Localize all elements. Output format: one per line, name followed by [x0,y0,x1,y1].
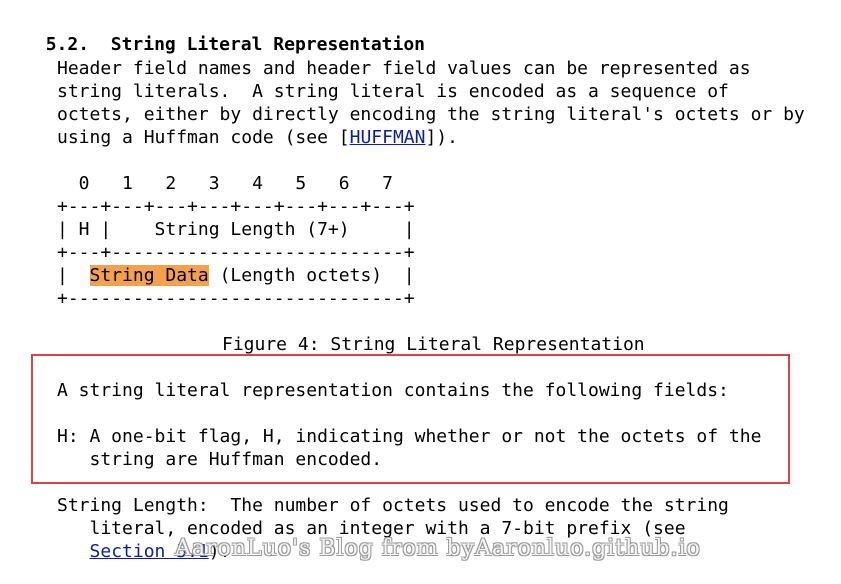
field-h-line-2: string are Huffman encoded. [57,449,383,470]
section-title: String Literal Representation [110,34,426,55]
section-number: 5.2. [45,34,90,55]
diagram-border-middle: +---+---------------------------+ [57,242,415,263]
blog-watermark: AaronLuo's Blog from byAaronluo.github.i… [175,536,701,561]
intro-line-2: string literals. A string literal is enc… [57,81,729,102]
field-length-line-3-prefix [57,541,90,562]
diagram-row-data-suffix: (Length octets) | [208,265,415,286]
field-h-line-1: H: A one-bit flag, H, indicating whether… [57,426,762,447]
diagram-row-data: | String Data (Length octets) | [57,264,415,287]
intro-line-4-prefix: using a Huffman code (see [ [57,127,350,148]
section-heading: 5.2. String Literal Representation [24,10,425,55]
figure-caption: Figure 4: String Literal Representation [222,334,645,355]
intro-line-1: Header field names and header field valu… [57,58,751,79]
diagram-bit-numbers: 0 1 2 3 4 5 6 7 [57,173,393,194]
intro-line-4-suffix: ]). [425,127,458,148]
fields-summary: A string literal representation contains… [57,380,729,401]
intro-line-4: using a Huffman code (see [HUFFMAN]). [57,126,458,149]
diagram-border-top: +---+---+---+---+---+---+---+---+ [57,196,415,217]
diagram-row-data-prefix: | [57,265,90,286]
diagram-row-header: | H | String Length (7+) | [57,219,415,240]
intro-line-3: octets, either by directly encoding the … [57,104,805,125]
field-length-line-1: String Length: The number of octets used… [57,495,729,516]
diagram-border-bottom: +-------------------------------+ [57,288,415,309]
huffman-link[interactable]: HUFFMAN [350,127,426,148]
string-data-highlight: String Data [89,265,209,286]
